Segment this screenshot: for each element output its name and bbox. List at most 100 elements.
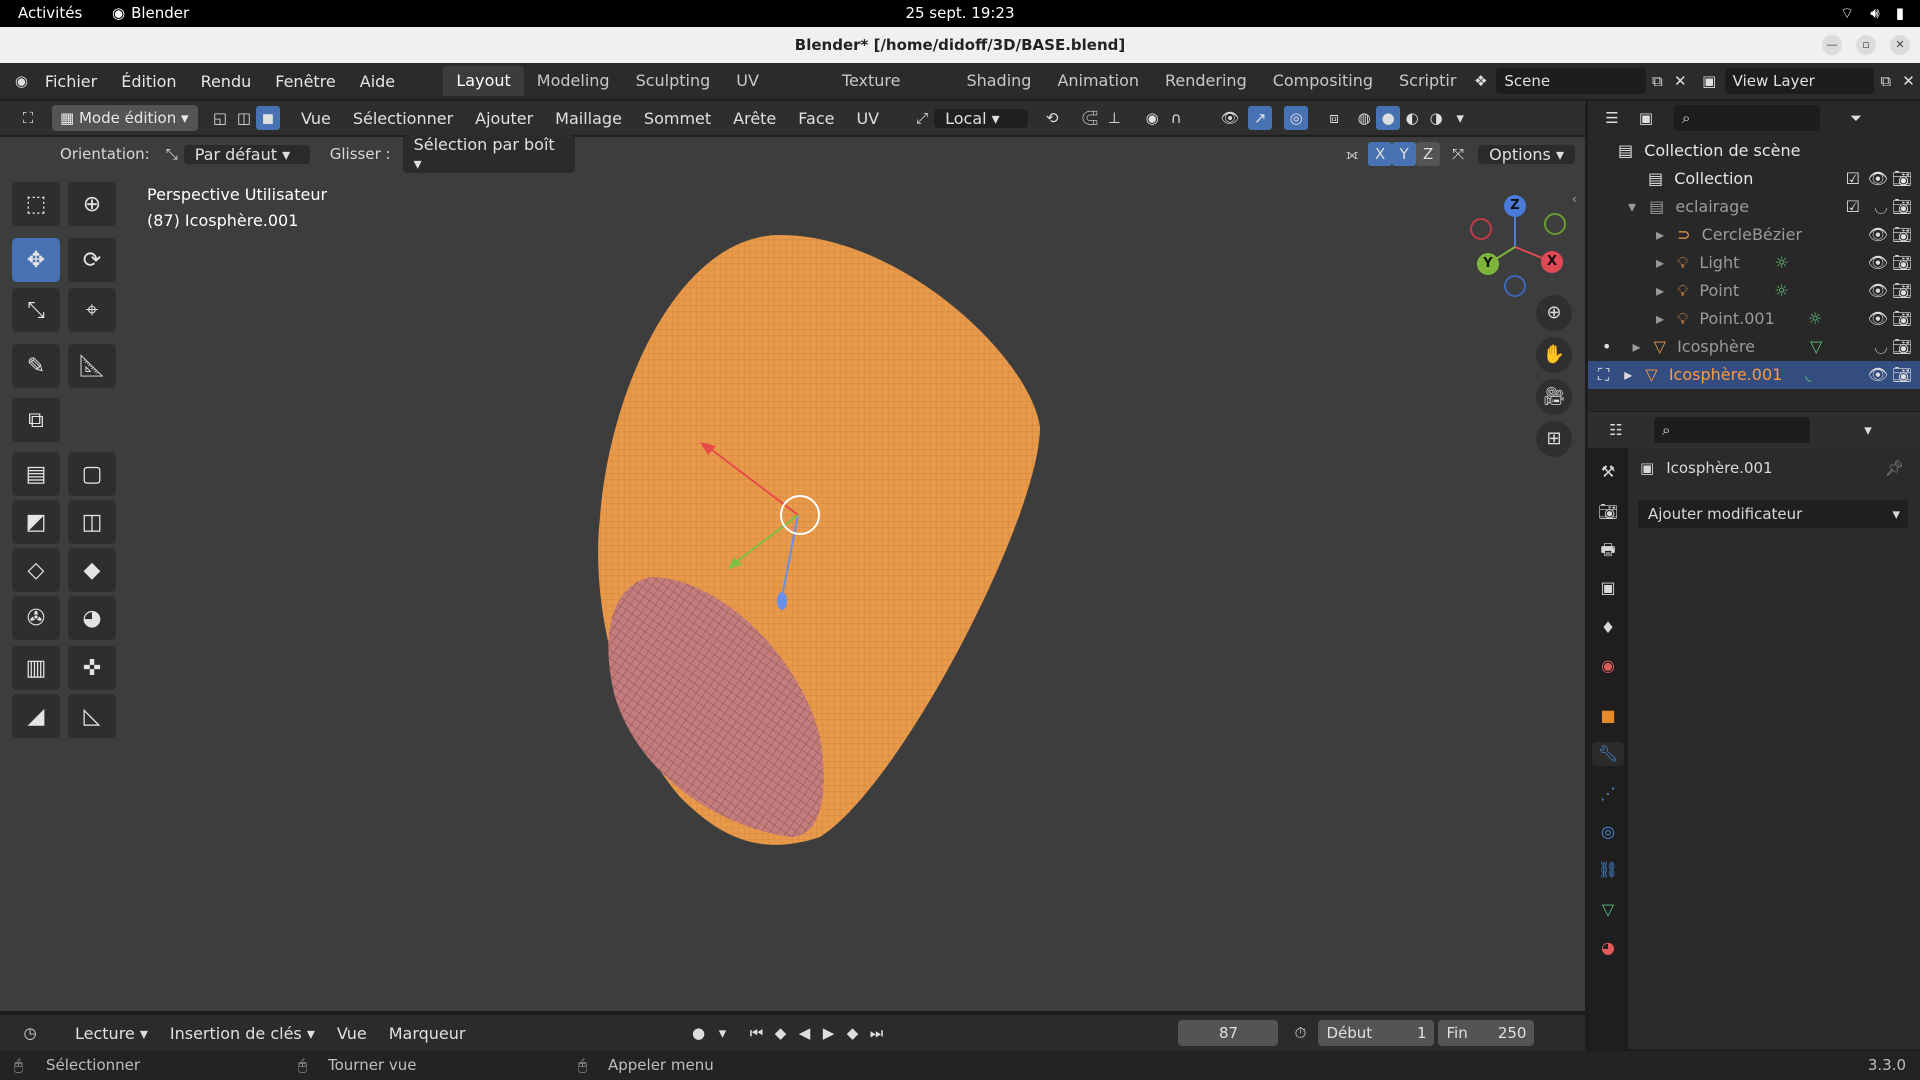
scene-selector-icon[interactable]: ❖ <box>1469 69 1492 93</box>
tab-texture-paint[interactable]: Texture Paint <box>829 66 954 120</box>
output-tab-icon[interactable]: 🖶︎ <box>1596 538 1620 562</box>
tab-modeling[interactable]: Modeling <box>524 66 623 96</box>
snap-icon[interactable]: 🧲︎ <box>1078 106 1102 130</box>
knife-tool[interactable]: ◇ <box>12 548 60 592</box>
eye-closed-icon[interactable]: ◡ <box>1874 193 1888 221</box>
delete-scene-icon[interactable]: ✕ <box>1669 69 1692 93</box>
jump-end-icon[interactable]: ⏭ <box>864 1021 888 1045</box>
gizmo-toggle-icon[interactable]: ↗ <box>1248 106 1273 130</box>
expand-arrow-icon[interactable]: ▸ <box>1656 225 1664 244</box>
tab-rendering[interactable]: Rendering <box>1152 66 1260 96</box>
menu-select[interactable]: Sélectionner <box>342 109 464 128</box>
bevel-tool[interactable]: ◩ <box>12 500 60 544</box>
expand-arrow-icon[interactable]: ▸ <box>1656 309 1664 328</box>
outliner-row-cerclebezier[interactable]: ▸ ⊃ CercleBézier 👁︎ 📷︎ <box>1588 221 1920 249</box>
start-frame-field[interactable]: Début 1 <box>1318 1020 1435 1046</box>
play-icon[interactable]: ▶ <box>816 1021 840 1045</box>
tab-layout[interactable]: Layout <box>443 66 524 96</box>
camera-icon[interactable]: 📷︎ <box>1892 333 1912 361</box>
camera-icon[interactable]: 📷︎ <box>1892 305 1912 333</box>
eye-icon[interactable]: 👁︎ <box>1868 305 1888 333</box>
physics-tab-icon[interactable]: ◎ <box>1596 820 1620 844</box>
expand-arrow-icon[interactable]: ▸ <box>1633 337 1641 356</box>
outliner-editor-icon[interactable]: ☰ <box>1600 106 1624 130</box>
gizmo-z-axis[interactable]: Z <box>1504 195 1526 217</box>
record-icon[interactable]: ● <box>686 1021 710 1045</box>
data-tab-icon[interactable]: ▽ <box>1596 898 1620 922</box>
drag-dropdown[interactable]: Sélection par boît ▾ <box>402 135 575 173</box>
menu-edge[interactable]: Arête <box>722 109 787 128</box>
camera-icon[interactable]: 📷︎ <box>1892 361 1912 389</box>
material-shading-icon[interactable]: ◐ <box>1400 106 1424 130</box>
scene-tab-icon[interactable]: ♦ <box>1596 616 1620 640</box>
view-layer-field[interactable]: View Layer <box>1724 68 1875 94</box>
solid-shading-icon[interactable]: ● <box>1376 106 1401 130</box>
outliner-row-point[interactable]: ▸ 💡︎ Point ☼ 👁︎ 📷︎ <box>1588 277 1920 305</box>
properties-editor-icon[interactable]: ☷ <box>1604 418 1628 442</box>
pivot-point-icon[interactable]: ⟲ <box>1040 106 1064 130</box>
smooth-tool[interactable]: ◕ <box>68 596 116 640</box>
vertex-select-icon[interactable]: ◱ <box>208 106 232 130</box>
zoom-icon[interactable]: ⊕ <box>1536 295 1572 331</box>
record-options-icon[interactable]: ▾ <box>710 1021 734 1045</box>
expand-arrow-icon[interactable]: ▸ <box>1624 365 1632 384</box>
menu-window[interactable]: Fenêtre <box>263 72 348 91</box>
visibility-icon[interactable]: 👁︎ <box>1218 106 1242 130</box>
next-keyframe-icon[interactable]: ◆ <box>840 1021 864 1045</box>
menu-render[interactable]: Rendu <box>189 72 264 91</box>
transform-orientation-icon[interactable]: ⤢ <box>910 106 934 130</box>
menu-vertex[interactable]: Sommet <box>633 109 722 128</box>
outliner-search-input[interactable]: ⌕ <box>1674 105 1820 131</box>
render-tab-icon[interactable]: 📷︎ <box>1596 500 1620 524</box>
markers-menu[interactable]: Marqueur <box>378 1024 477 1043</box>
options-dropdown[interactable]: Options ▾ <box>1478 144 1575 164</box>
axis-y-toggle[interactable]: Y <box>1392 142 1417 166</box>
properties-options-icon[interactable]: ▾ <box>1856 418 1880 442</box>
minimize-button[interactable]: — <box>1822 35 1842 55</box>
modifier-tab-icon[interactable]: 🔧︎ <box>1592 742 1624 766</box>
expand-arrow-icon[interactable]: ▸ <box>1656 281 1664 300</box>
eye-icon[interactable]: 👁︎ <box>1868 165 1888 193</box>
tab-scripting[interactable]: Scriptir <box>1386 66 1469 96</box>
edge-slide-tool[interactable]: ▥ <box>12 646 60 690</box>
transform-tool[interactable]: ⌖ <box>68 288 116 332</box>
edge-select-icon[interactable]: ◫ <box>232 106 256 130</box>
select-box-tool[interactable]: ⬚ <box>12 182 60 226</box>
axis-x-toggle[interactable]: X <box>1368 142 1393 166</box>
blender-menu-icon[interactable]: ◉ <box>10 69 33 93</box>
editor-type-icon[interactable]: ⛶ <box>16 106 40 130</box>
tab-sculpting[interactable]: Sculpting <box>623 66 724 96</box>
tool-tab-icon[interactable]: ⚒ <box>1596 460 1620 484</box>
pin-icon[interactable]: 📌︎ <box>1885 459 1904 477</box>
extrude-tool[interactable]: ▤ <box>12 452 60 496</box>
menu-face[interactable]: Face <box>787 109 845 128</box>
menu-uv[interactable]: UV <box>845 109 890 128</box>
menu-mesh[interactable]: Maillage <box>544 109 633 128</box>
xray-icon[interactable]: ⧈ <box>1322 106 1346 130</box>
axis-z-toggle[interactable]: Z <box>1416 142 1441 166</box>
add-cube-tool[interactable]: ⧉ <box>12 398 60 442</box>
measure-tool[interactable]: 📐︎ <box>68 344 116 388</box>
tab-animation[interactable]: Animation <box>1044 66 1152 96</box>
proportional-edit-icon[interactable]: ◉ <box>1140 106 1164 130</box>
rendered-shading-icon[interactable]: ◑ <box>1424 106 1448 130</box>
cursor-tool[interactable]: ⊕ <box>68 182 116 226</box>
jump-start-icon[interactable]: ⏮ <box>744 1021 768 1045</box>
timeline-view-menu[interactable]: Vue <box>326 1024 378 1043</box>
outliner-row-collection[interactable]: ▤ Collection ☑ 👁︎ 📷︎ <box>1588 165 1920 193</box>
particles-tab-icon[interactable]: ⋰ <box>1596 782 1620 806</box>
app-menu[interactable]: ◉ Blender <box>112 4 189 22</box>
move-tool[interactable]: ✥ <box>12 238 60 282</box>
tab-uv-editing[interactable]: UV Editing <box>723 66 829 120</box>
prev-keyframe-icon[interactable]: ◆ <box>768 1021 792 1045</box>
close-button[interactable]: ✕ <box>1890 35 1910 55</box>
scale-tool[interactable]: ⤡ <box>12 288 60 332</box>
camera-icon[interactable]: 📷︎ <box>1892 193 1912 221</box>
overlay-toggle-icon[interactable]: ◎ <box>1284 106 1309 130</box>
outliner-row-point-001[interactable]: ▸ 💡︎ Point.001 ☼ 👁︎ 📷︎ <box>1588 305 1920 333</box>
shear-tool[interactable]: ◢ <box>12 694 60 738</box>
navigation-gizmo[interactable]: Z X Y <box>1460 192 1570 302</box>
gizmo-neg-z-axis[interactable] <box>1504 275 1526 297</box>
gizmo-y-axis[interactable]: Y <box>1477 253 1499 275</box>
menu-add[interactable]: Ajouter <box>464 109 544 128</box>
